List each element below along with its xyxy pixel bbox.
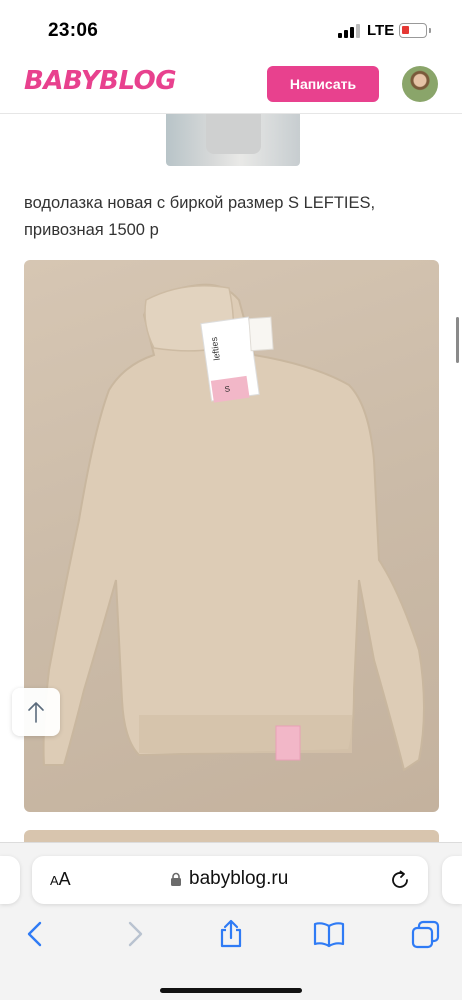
network-label: LTE — [367, 22, 395, 39]
browser-bar: AA babyblog.ru — [0, 842, 462, 1000]
forward-icon[interactable] — [118, 919, 150, 949]
reload-icon[interactable] — [388, 868, 412, 892]
url-text[interactable]: babyblog.ru — [189, 868, 288, 890]
address-bar[interactable]: AA babyblog.ru — [32, 856, 428, 904]
previous-tab-peek[interactable] — [0, 856, 20, 904]
lock-icon — [171, 872, 181, 886]
reader-settings-button[interactable]: AA — [50, 869, 71, 890]
tabs-icon[interactable] — [410, 919, 442, 949]
scroll-up-button[interactable] — [12, 688, 60, 736]
share-icon[interactable] — [215, 919, 247, 949]
hem-size-tag — [275, 725, 301, 761]
arrow-up-icon — [28, 702, 44, 723]
turtleneck-illustration: lefties S — [42, 283, 425, 772]
back-icon[interactable] — [20, 919, 52, 949]
next-tab-peek[interactable] — [442, 856, 462, 904]
status-bar: 23:06 LTE — [0, 0, 462, 60]
avatar[interactable] — [402, 66, 438, 102]
babyblog-logo[interactable]: BABYBLOG — [24, 66, 177, 96]
previous-photo[interactable] — [166, 114, 300, 166]
signal-icon — [338, 24, 360, 38]
scrollbar[interactable] — [456, 317, 459, 363]
post-photo[interactable]: lefties S — [24, 260, 439, 812]
battery-icon — [399, 23, 431, 38]
site-header: BABYBLOG Написать — [0, 58, 462, 114]
write-button[interactable]: Написать — [267, 66, 379, 102]
bookmarks-icon[interactable] — [313, 919, 345, 949]
post-text: водолазка новая с биркой размер S LEFTIE… — [24, 194, 376, 239]
home-indicator[interactable] — [160, 988, 302, 993]
status-time: 23:06 — [48, 20, 99, 41]
